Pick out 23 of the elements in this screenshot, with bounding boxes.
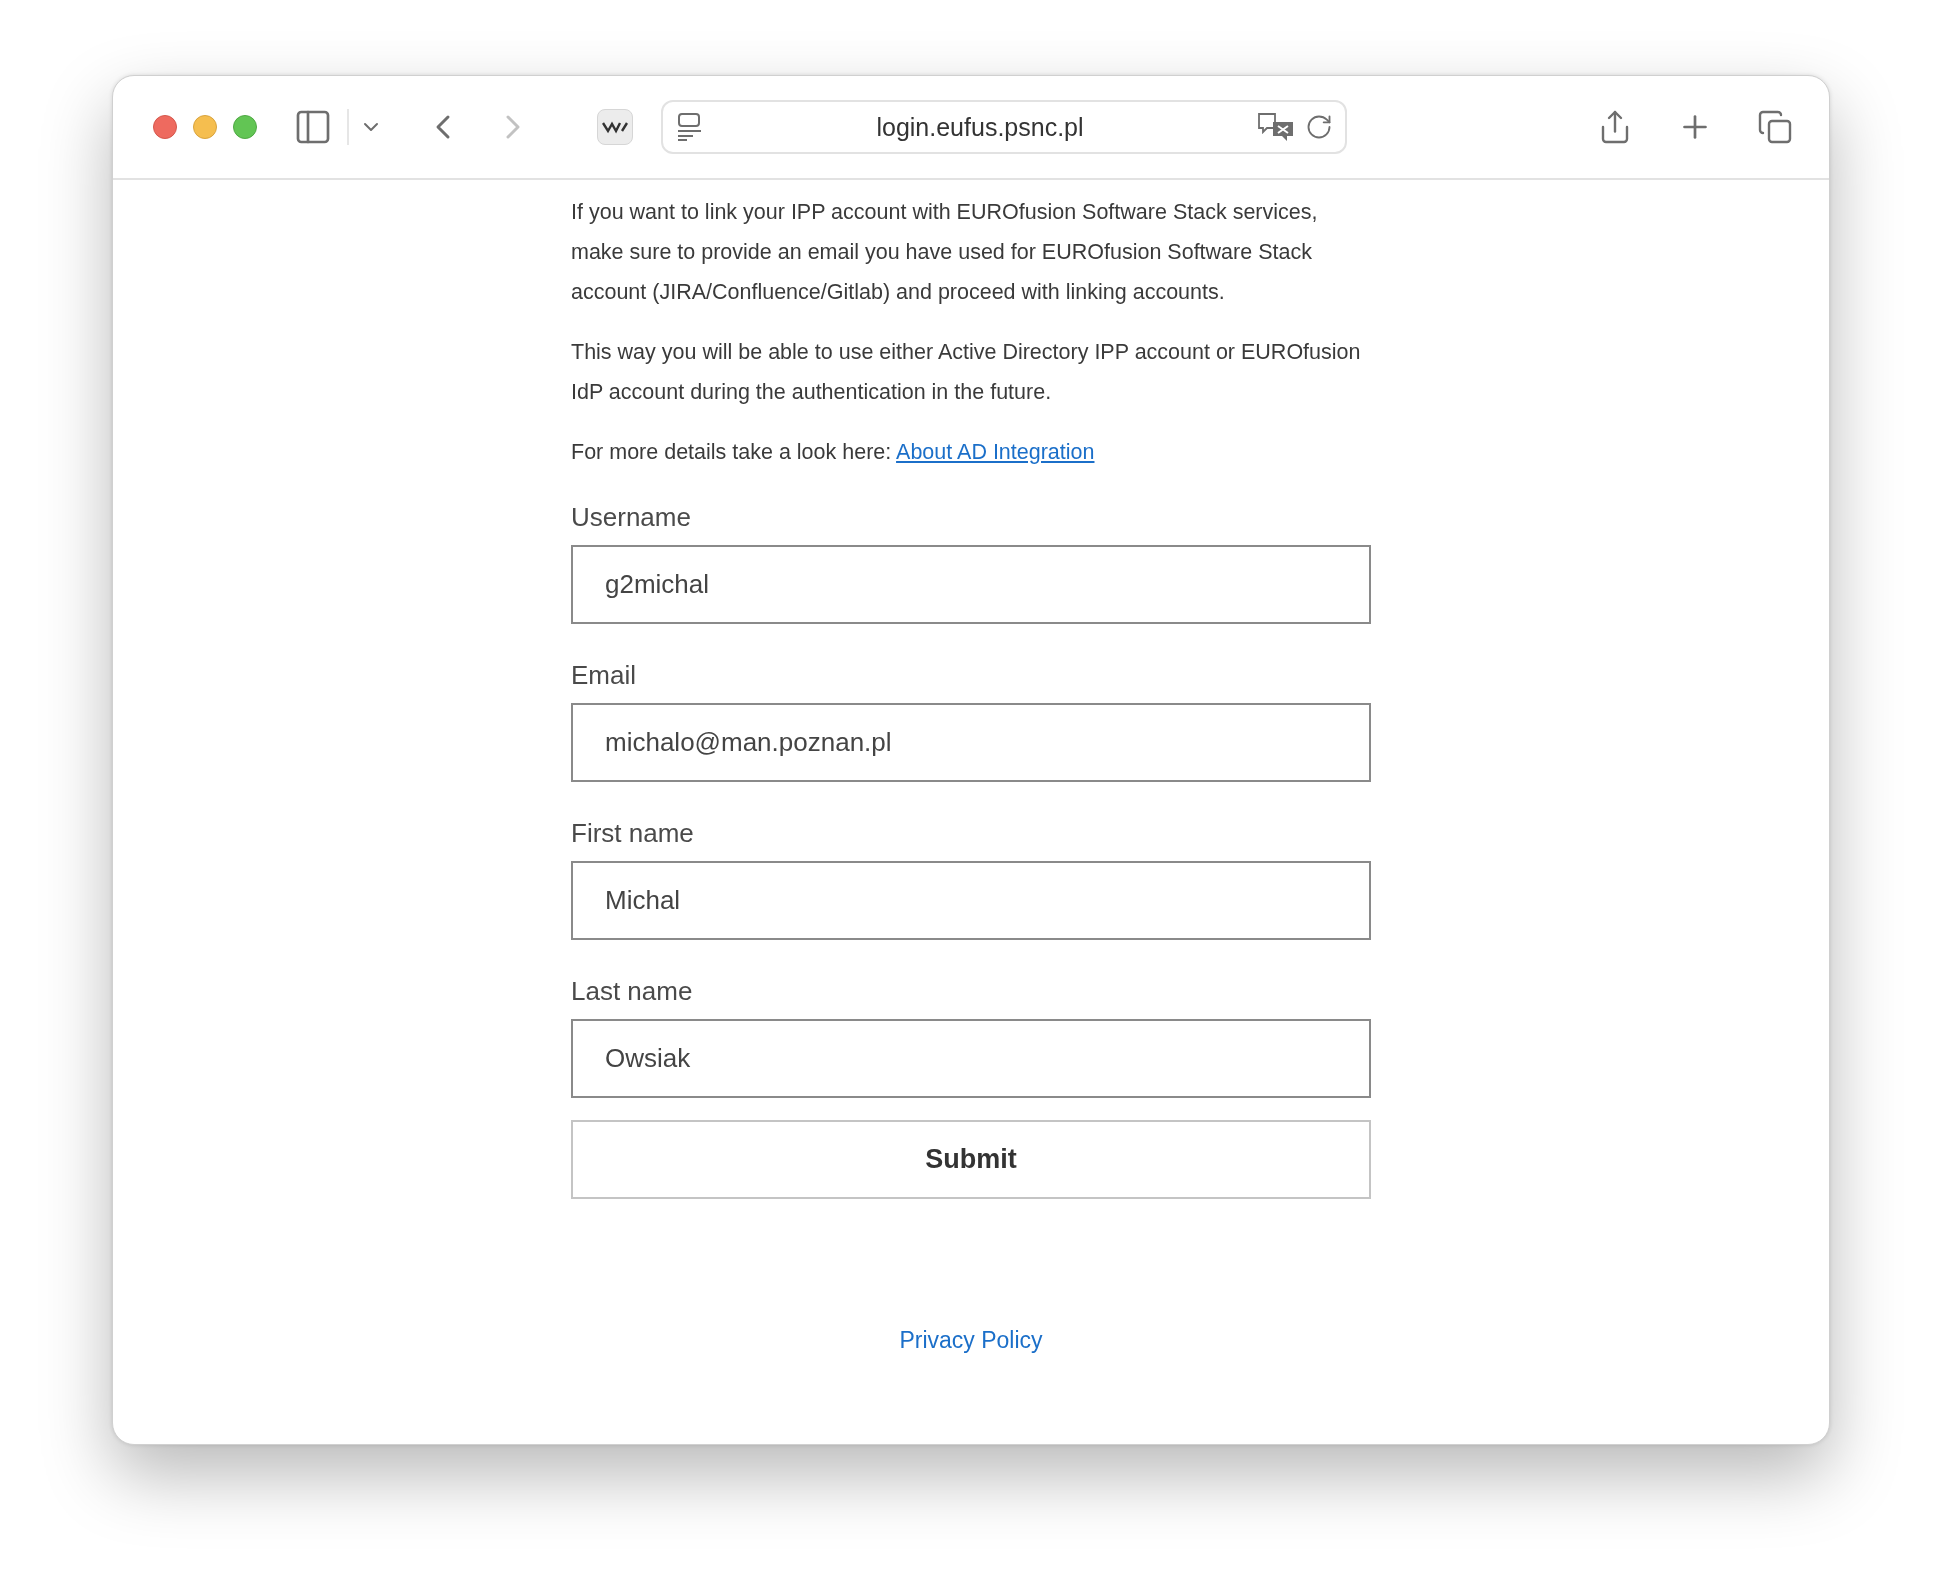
submit-button[interactable]: Submit: [571, 1120, 1371, 1199]
field-label: Email: [571, 660, 637, 691]
field-label: Last name: [571, 976, 694, 1007]
translate-icon[interactable]: [1257, 112, 1295, 142]
input-field[interactable]: michalo@man.poznan.pl: [571, 703, 1371, 782]
info-paragraph: This way you will be able to use either Active Directory IPP account or EUROfusion IdP account during the authentication in the future.: [571, 339, 1362, 406]
input-field[interactable]: Owsiak: [571, 1019, 1371, 1098]
extension-icon[interactable]: [597, 109, 633, 145]
field-label: Username: [571, 502, 692, 533]
url-text: login.eufus.psnc.pl: [875, 112, 1085, 142]
input-field[interactable]: Michal: [571, 861, 1371, 940]
reload-icon[interactable]: [1305, 113, 1333, 141]
field-label: First name: [571, 818, 695, 849]
privacy-policy-link[interactable]: Privacy Policy: [899, 1327, 1043, 1354]
input-field[interactable]: g2michal: [571, 545, 1371, 624]
tabs-overview-icon[interactable]: [1757, 109, 1793, 145]
address-bar[interactable]: login.eufus.psnc.pl: [661, 100, 1347, 154]
close-button[interactable]: [153, 115, 177, 139]
about-ad-integration-link[interactable]: About AD Integration: [896, 440, 1095, 464]
details-paragraph: For more details take a look here: About AD Integration: [571, 439, 1096, 466]
page-menu-icon[interactable]: [677, 113, 703, 141]
maximize-button[interactable]: [233, 115, 257, 139]
info-paragraph: If you want to link your IPP account with EUROfusion Software Stack services, make sure to provide an email you have used for EUROfusion Software Stack account (JIRA/Confluence/Gitlab) and proceed with linking accounts.: [571, 199, 1319, 306]
